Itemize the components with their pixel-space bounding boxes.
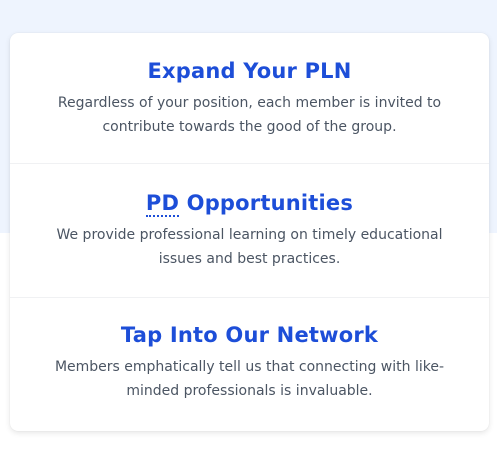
feature-title: Expand Your PLN bbox=[147, 59, 352, 83]
feature-pd-opportunities: PD Opportunities We provide professional… bbox=[10, 164, 489, 298]
features-card: Expand Your PLN Regardless of your posit… bbox=[10, 33, 489, 431]
feature-description: Regardless of your position, each member… bbox=[57, 95, 442, 135]
feature-network: Tap Into Our Network Members emphaticall… bbox=[10, 298, 489, 431]
feature-description: We provide professional learning on time… bbox=[56, 227, 443, 267]
feature-title-rest: Opportunities bbox=[179, 191, 354, 215]
feature-description: Members emphatically tell us that connec… bbox=[54, 359, 445, 399]
feature-title: PD Opportunities bbox=[10, 189, 489, 217]
feature-title: Tap Into Our Network bbox=[120, 323, 379, 347]
pd-abbreviation[interactable]: PD bbox=[145, 191, 180, 217]
feature-expand-pln: Expand Your PLN Regardless of your posit… bbox=[10, 33, 489, 164]
